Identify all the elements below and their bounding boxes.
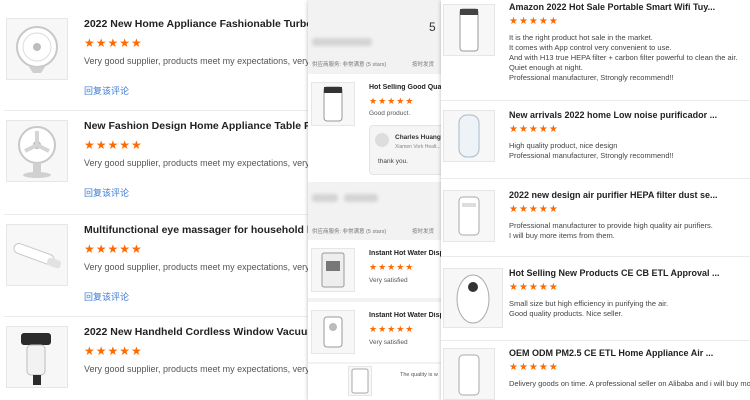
appliance-icon <box>351 368 369 394</box>
product-title[interactable]: Amazon 2022 Hot Sale Portable Smart Wifi… <box>509 2 750 12</box>
seller-name: Charles Huang <box>395 134 441 141</box>
reply-message: thank you. <box>378 158 408 165</box>
product-image[interactable] <box>6 224 68 286</box>
blurred-header <box>312 38 372 46</box>
air-purifier-icon <box>456 274 490 324</box>
page-number: 5 <box>429 20 436 34</box>
review-text: Very good supplier, products meet my exp… <box>84 158 318 168</box>
product-image[interactable] <box>6 18 68 80</box>
reply-link[interactable]: 回复该评论 <box>84 84 129 97</box>
review-text: Very satisfied <box>369 339 408 346</box>
air-purifier-icon <box>458 196 480 236</box>
product-image[interactable] <box>311 310 355 354</box>
table-fan-icon <box>18 126 56 178</box>
left-review-panel: 2022 New Home Appliance Fashionable Turb… <box>0 0 318 400</box>
product-title[interactable]: New arrivals 2022 home Low noise purific… <box>509 110 750 120</box>
product-title[interactable]: Hot Selling New Products CE CB ETL Appro… <box>509 268 750 278</box>
air-purifier-icon <box>459 8 479 52</box>
blurred-header <box>344 194 378 202</box>
review-text: Very satisfied <box>369 277 408 284</box>
reply-link[interactable]: 回复该评论 <box>84 186 129 199</box>
review-text: High quality product, nice design Profes… <box>509 141 674 160</box>
air-purifier-icon <box>323 86 343 122</box>
product-title[interactable]: 2022 New Home Appliance Fashionable Turb… <box>84 18 318 30</box>
product-title[interactable]: 2022 new design air purifier HEPA filter… <box>509 190 750 200</box>
product-image[interactable] <box>311 82 355 126</box>
product-title[interactable]: Hot Selling Good Quality C... <box>369 84 444 91</box>
circulator-fan-icon <box>16 26 58 73</box>
delivery-label: 按时发货 <box>412 62 435 68</box>
divider <box>441 100 750 101</box>
rating-stars: ★★★★★ <box>369 96 415 106</box>
water-dispenser-icon <box>321 252 345 288</box>
product-title[interactable]: New Fashion Design Home Appliance Table … <box>84 120 318 132</box>
middle-review-panel: 5 供应商服务: 非常满意 (5 stars) 按时发货 Hot Selling… <box>308 0 444 400</box>
review-text: Very good supplier, products meet my exp… <box>84 364 318 374</box>
product-image[interactable] <box>443 4 495 56</box>
water-dispenser-icon <box>323 316 343 348</box>
review-card: Instant Hot Water Disp... ★★★★★ Very sat… <box>308 240 444 298</box>
product-image[interactable] <box>443 190 495 242</box>
eye-massager-icon <box>13 243 62 269</box>
product-image[interactable] <box>6 120 68 182</box>
product-image[interactable] <box>6 326 68 388</box>
review-text: Good product. <box>369 110 411 117</box>
product-title[interactable]: Instant Hot Water Disp... <box>369 312 444 319</box>
review-text: It is the right product hot sale in the … <box>509 33 738 82</box>
product-image[interactable] <box>443 348 495 400</box>
reply-link[interactable]: 回复该评论 <box>84 290 129 303</box>
rating-stars: ★★★★★ <box>369 324 415 334</box>
rating-stars: ★★★★★ <box>84 344 143 358</box>
divider <box>441 178 750 179</box>
product-image[interactable] <box>443 268 503 328</box>
review-text: Very good supplier, products meet my exp… <box>84 262 318 272</box>
product-title[interactable]: Instant Hot Water Disp... <box>369 250 444 257</box>
divider <box>441 340 750 341</box>
rating-stars: ★★★★★ <box>509 16 559 27</box>
avatar <box>375 133 389 147</box>
right-review-panel: Amazon 2022 Hot Sale Portable Smart Wifi… <box>441 0 750 400</box>
product-image[interactable] <box>348 366 372 396</box>
seller-service-label: 供应商服务: 非常满意 (5 stars) <box>312 62 387 68</box>
review-text: Professional manufacturer to provide hig… <box>509 221 713 240</box>
divider <box>441 256 750 257</box>
rating-stars: ★★★★★ <box>84 242 143 256</box>
window-vacuum-icon <box>21 333 51 385</box>
air-purifier-icon <box>458 114 480 158</box>
rating-stars: ★★★★★ <box>509 124 559 135</box>
rating-stars: ★★★★★ <box>509 282 559 293</box>
product-title[interactable]: OEM ODM PM2.5 CE ETL Home Appliance Air … <box>509 348 750 358</box>
divider <box>4 214 318 215</box>
rating-stars: ★★★★★ <box>509 204 559 215</box>
blurred-header <box>312 194 338 202</box>
seller-service-label: 供应商服务: 非常满意 (5 stars) <box>312 229 387 235</box>
review-text: The quality is w <box>400 372 438 378</box>
rating-stars: ★★★★★ <box>369 262 415 272</box>
product-title[interactable]: Multifunctional eye massager for househo… <box>84 224 318 236</box>
rating-stars: ★★★★★ <box>509 362 559 373</box>
seller-company: Xiamen Vork Healt... <box>395 144 441 150</box>
rating-stars: ★★★★★ <box>84 36 143 50</box>
review-card: The quality is w <box>308 364 444 400</box>
rating-stars: ★★★★★ <box>84 138 143 152</box>
product-image[interactable] <box>443 110 495 162</box>
divider <box>4 316 318 317</box>
divider <box>4 110 318 111</box>
product-image[interactable] <box>311 248 355 292</box>
review-card: Instant Hot Water Disp... ★★★★★ Very sat… <box>308 302 444 362</box>
review-text: Very good supplier, products meet my exp… <box>84 56 318 66</box>
air-purifier-icon <box>458 354 480 396</box>
seller-reply: Charles Huang Xiamen Vork Healt... thank… <box>369 125 444 175</box>
review-text: Small size but high efficiency in purify… <box>509 299 669 318</box>
product-title[interactable]: 2022 New Handheld Cordless Window Vacuum… <box>84 326 318 338</box>
review-text: Delivery goods on time. A professional s… <box>509 379 750 388</box>
delivery-label: 按时发货 <box>412 229 435 235</box>
